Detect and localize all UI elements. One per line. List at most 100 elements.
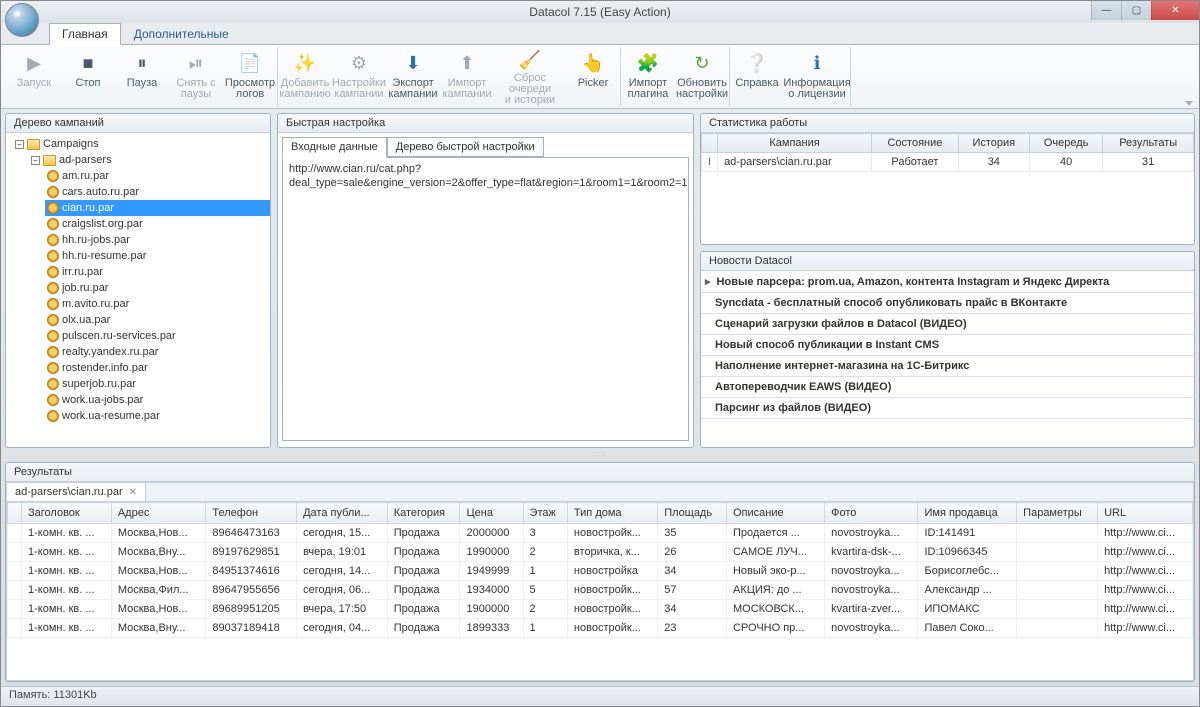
table-row[interactable]: 1-комн. кв. ...Москва,Вну...89197629851в…	[8, 543, 1193, 562]
pause-icon: ⏸	[128, 49, 156, 77]
wand-icon: ✨	[291, 49, 319, 77]
reset-queue-button[interactable]: 🧹Сброс очередии истории	[494, 47, 566, 106]
statusbar: Память: 11301Kb	[1, 686, 1199, 706]
results-col-header[interactable]: Дата публи...	[297, 503, 388, 524]
import-campaign-button[interactable]: ⬆Импорткампании	[440, 47, 494, 106]
tab-quick-tree[interactable]: Дерево быстрой настройки	[387, 137, 544, 157]
license-info-button[interactable]: ℹИнформацияо лицензии	[784, 47, 850, 106]
tree-item[interactable]: craigslist.org.par	[45, 216, 270, 232]
stats-row[interactable]: I ad-parsers\cian.ru.par Работает 34 40 …	[702, 153, 1194, 172]
tree-item[interactable]: irr.ru.par	[45, 264, 270, 280]
news-item[interactable]: Новые парсера: prom.ua, Amazon, контента…	[701, 271, 1194, 293]
stats-col-header[interactable]: История	[958, 134, 1029, 153]
collapse-icon[interactable]: −	[15, 140, 24, 149]
resume-icon: ⏯	[182, 49, 210, 77]
results-col-header[interactable]: Площадь	[658, 503, 727, 524]
stop-icon: ■	[74, 49, 102, 77]
stats-col-header[interactable]: Состояние	[872, 134, 959, 153]
tree-item[interactable]: rostender.info.par	[45, 360, 270, 376]
tree-root[interactable]: −Campaigns	[13, 136, 270, 152]
tree-item[interactable]: work.ua-jobs.par	[45, 392, 270, 408]
table-row[interactable]: 1-комн. кв. ...Москва,Нов...84951374616с…	[8, 562, 1193, 581]
maximize-button[interactable]: ▢	[1121, 1, 1151, 20]
help-button[interactable]: ❔Справка	[730, 47, 784, 106]
tree-item[interactable]: cars.auto.ru.par	[45, 184, 270, 200]
reset-icon: 🧹	[516, 49, 544, 72]
tree-item[interactable]: cian.ru.par	[45, 200, 270, 216]
titlebar[interactable]: Datacol 7.15 (Easy Action) — ▢ ✕	[1, 1, 1199, 23]
app-window: Datacol 7.15 (Easy Action) — ▢ ✕ Главная…	[0, 0, 1200, 707]
import-plugin-button[interactable]: 🧩Импортплагина	[621, 47, 675, 106]
table-row[interactable]: 1-комн. кв. ...Москва,Фил...89647955656с…	[8, 581, 1193, 600]
news-item[interactable]: Наполнение интернет-магазина на 1С-Битри…	[701, 356, 1194, 377]
table-row[interactable]: 1-комн. кв. ...Москва,Вну...89037189418с…	[8, 619, 1193, 638]
results-col-header[interactable]: Этаж	[523, 503, 567, 524]
campaign-settings-button[interactable]: ⚙Настройкикампании	[332, 47, 386, 106]
results-col-header[interactable]: URL	[1098, 503, 1193, 524]
results-col-header[interactable]: Параметры	[1017, 503, 1098, 524]
results-col-header[interactable]: Фото	[825, 503, 918, 524]
tree-item[interactable]: am.ru.par	[45, 168, 270, 184]
quick-title: Быстрая настройка	[278, 114, 693, 133]
app-icon	[5, 3, 39, 37]
tree-folder[interactable]: −ad-parsers	[29, 152, 270, 168]
logs-button[interactable]: 📄Просмотрлогов	[223, 47, 277, 106]
campaign-icon	[47, 218, 59, 230]
tree-title: Дерево кампаний	[6, 114, 270, 133]
table-row[interactable]: 1-комн. кв. ...Москва,Нов...89689951205в…	[8, 600, 1193, 619]
tree-item[interactable]: realty.yandex.ru.par	[45, 344, 270, 360]
export-campaign-button[interactable]: ⬇Экспорткампании	[386, 47, 440, 106]
results-tab[interactable]: ad-parsers\cian.ru.par ✕	[7, 483, 146, 501]
tab-main[interactable]: Главная	[49, 23, 121, 45]
unpause-button[interactable]: ⏯Снять спаузы	[169, 47, 223, 106]
results-col-header[interactable]: Заголовок	[22, 503, 112, 524]
collapse-icon[interactable]: −	[31, 156, 40, 165]
results-col-header[interactable]: Тип дома	[567, 503, 657, 524]
stats-col-header[interactable]: Очередь	[1029, 134, 1103, 153]
tree-item[interactable]: hh.ru-resume.par	[45, 248, 270, 264]
campaign-icon	[47, 266, 59, 278]
news-item[interactable]: Syncdata - бесплатный способ опубликоват…	[701, 293, 1194, 314]
table-row[interactable]: 1-комн. кв. ...Москва,Нов...89646473163с…	[8, 524, 1193, 543]
tab-extra[interactable]: Дополнительные	[121, 23, 242, 44]
campaign-tree[interactable]: −Campaigns −ad-parsers am.ru.parcars.aut…	[6, 133, 270, 447]
tree-item[interactable]: work.ua-resume.par	[45, 408, 270, 424]
results-col-header[interactable]: Описание	[726, 503, 824, 524]
tree-item[interactable]: job.ru.par	[45, 280, 270, 296]
results-panel: Результаты ad-parsers\cian.ru.par ✕ Заго…	[5, 462, 1195, 682]
minimize-button[interactable]: —	[1091, 1, 1121, 20]
results-col-header[interactable]: Адрес	[111, 503, 206, 524]
results-table[interactable]: ЗаголовокАдресТелефонДата публи...Катего…	[7, 502, 1193, 638]
results-col-header[interactable]: Цена	[460, 503, 523, 524]
news-item[interactable]: Автопереводчик EAWS (ВИДЕО)	[701, 377, 1194, 398]
splitter[interactable]: :::::	[5, 452, 1195, 458]
stats-col-header[interactable]: Результаты	[1103, 134, 1194, 153]
stop-button[interactable]: ■Стоп	[61, 47, 115, 106]
tree-item[interactable]: pulscen.ru-services.par	[45, 328, 270, 344]
update-settings-button[interactable]: ↻Обновитьнастройки	[675, 47, 729, 106]
tree-item[interactable]: superjob.ru.par	[45, 376, 270, 392]
results-col-header[interactable]: Категория	[387, 503, 460, 524]
add-campaign-button[interactable]: ✨Добавитькампанию	[278, 47, 332, 106]
stats-col-header[interactable]: Кампания	[718, 134, 872, 153]
start-button[interactable]: ▶Запуск	[7, 47, 61, 106]
pause-button[interactable]: ⏸Пауза	[115, 47, 169, 106]
news-item[interactable]: Сценарий загрузки файлов в Datacol (ВИДЕ…	[701, 314, 1194, 335]
news-item[interactable]: Новый способ публикации в Instant CMS	[701, 335, 1194, 356]
results-col-header[interactable]: Имя продавца	[918, 503, 1017, 524]
campaign-icon	[47, 314, 59, 326]
tree-item[interactable]: olx.ua.par	[45, 312, 270, 328]
news-item[interactable]: Парсинг из файлов (ВИДЕО)	[701, 398, 1194, 419]
picker-icon: 👆	[579, 49, 607, 77]
input-data-textarea[interactable]: http://www.cian.ru/cat.php?deal_type=sal…	[282, 157, 689, 441]
campaign-icon	[47, 186, 59, 198]
close-tab-icon[interactable]: ✕	[129, 487, 137, 498]
tree-item[interactable]: m.avito.ru.par	[45, 296, 270, 312]
results-col-header[interactable]: Телефон	[206, 503, 297, 524]
news-list[interactable]: Новые парсера: prom.ua, Amazon, контента…	[701, 271, 1194, 447]
close-button[interactable]: ✕	[1151, 1, 1199, 20]
tab-input-data[interactable]: Входные данные	[282, 137, 387, 158]
picker-button[interactable]: 👆Picker	[566, 47, 620, 106]
tree-item[interactable]: hh.ru-jobs.par	[45, 232, 270, 248]
folder-icon	[27, 139, 40, 150]
